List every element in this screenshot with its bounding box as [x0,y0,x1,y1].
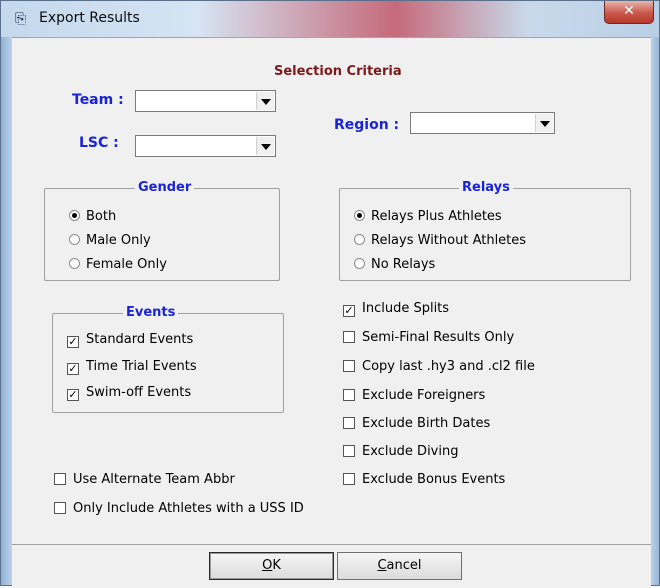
relays-option-no-relays[interactable]: No Relays [354,257,435,272]
button-bar: OK Cancel [12,544,651,588]
exclude-birth-dates-checkbox[interactable]: Exclude Birth Dates [343,416,490,431]
relays-group-title: Relays [459,180,513,195]
export-results-window: ⎘ Export Results ✕ Selection Criteria Te… [0,0,660,588]
radio-icon[interactable] [69,258,80,269]
gender-option-male[interactable]: Male Only [69,233,151,248]
chevron-down-icon[interactable] [256,92,274,110]
dialog-body: Selection Criteria Team : LSC : Region :… [12,37,651,545]
lsc-label: LSC : [79,135,119,151]
exclude-bonus-events-checkbox[interactable]: Exclude Bonus Events [343,472,505,487]
team-select[interactable] [135,90,276,112]
checkbox-icon[interactable] [343,445,355,457]
checkbox-checked-icon[interactable]: ✓ [67,363,79,375]
relays-option-plus-athletes[interactable]: Relays Plus Athletes [354,209,502,224]
events-group: Events ✓ Standard Events ✓ Time Trial Even… [52,305,284,413]
checkbox-icon[interactable] [343,360,355,372]
exclude-foreigners-checkbox[interactable]: Exclude Foreigners [343,388,485,403]
checkbox-icon[interactable] [343,417,355,429]
region-label: Region : [334,117,400,133]
region-select[interactable] [410,112,555,134]
checkbox-icon[interactable] [54,473,66,485]
checkbox-icon[interactable] [343,389,355,401]
cancel-button[interactable]: Cancel [337,552,462,580]
gender-option-both[interactable]: Both [69,209,116,224]
checkbox-checked-icon[interactable]: ✓ [343,305,355,317]
window-title: Export Results [39,10,140,26]
lsc-select[interactable] [135,135,276,157]
relays-group: Relays Relays Plus Athletes Relays Witho… [339,180,631,281]
radio-icon[interactable] [69,234,80,245]
copy-last-file-checkbox[interactable]: Copy last .hy3 and .cl2 file [343,359,535,374]
close-icon: ✕ [623,3,635,19]
events-swim-off-checkbox[interactable]: ✓ Swim-off Events [67,385,191,401]
events-time-trial-checkbox[interactable]: ✓ Time Trial Events [67,359,197,375]
ok-button[interactable]: OK [209,552,334,580]
checkbox-icon[interactable] [343,473,355,485]
gender-group-title: Gender [135,180,195,195]
team-label: Team : [72,92,124,108]
gender-group: Gender Both Male Only Female Only [44,180,280,281]
chevron-down-icon[interactable] [256,137,274,155]
semi-final-checkbox[interactable]: Semi-Final Results Only [343,330,514,345]
checkbox-checked-icon[interactable]: ✓ [67,336,79,348]
close-button[interactable]: ✕ [604,1,654,24]
events-standard-checkbox[interactable]: ✓ Standard Events [67,332,193,348]
gender-option-female[interactable]: Female Only [69,257,167,272]
include-splits-checkbox[interactable]: ✓ Include Splits [343,301,449,317]
checkbox-icon[interactable] [54,502,66,514]
checkbox-checked-icon[interactable]: ✓ [67,389,79,401]
title-bar: ⎘ Export Results ✕ [1,1,659,37]
selection-criteria-heading: Selection Criteria [274,64,402,79]
use-alternate-team-abbr-checkbox[interactable]: Use Alternate Team Abbr [54,472,235,487]
app-icon: ⎘ [15,11,27,27]
radio-selected-icon[interactable] [69,210,80,221]
relays-option-without-athletes[interactable]: Relays Without Athletes [354,233,526,248]
radio-icon[interactable] [354,234,365,245]
chevron-down-icon[interactable] [535,114,553,132]
events-group-title: Events [123,305,179,320]
only-uss-id-checkbox[interactable]: Only Include Athletes with a USS ID [54,501,304,516]
radio-icon[interactable] [354,258,365,269]
radio-selected-icon[interactable] [354,210,365,221]
exclude-diving-checkbox[interactable]: Exclude Diving [343,444,458,459]
checkbox-icon[interactable] [343,331,355,343]
